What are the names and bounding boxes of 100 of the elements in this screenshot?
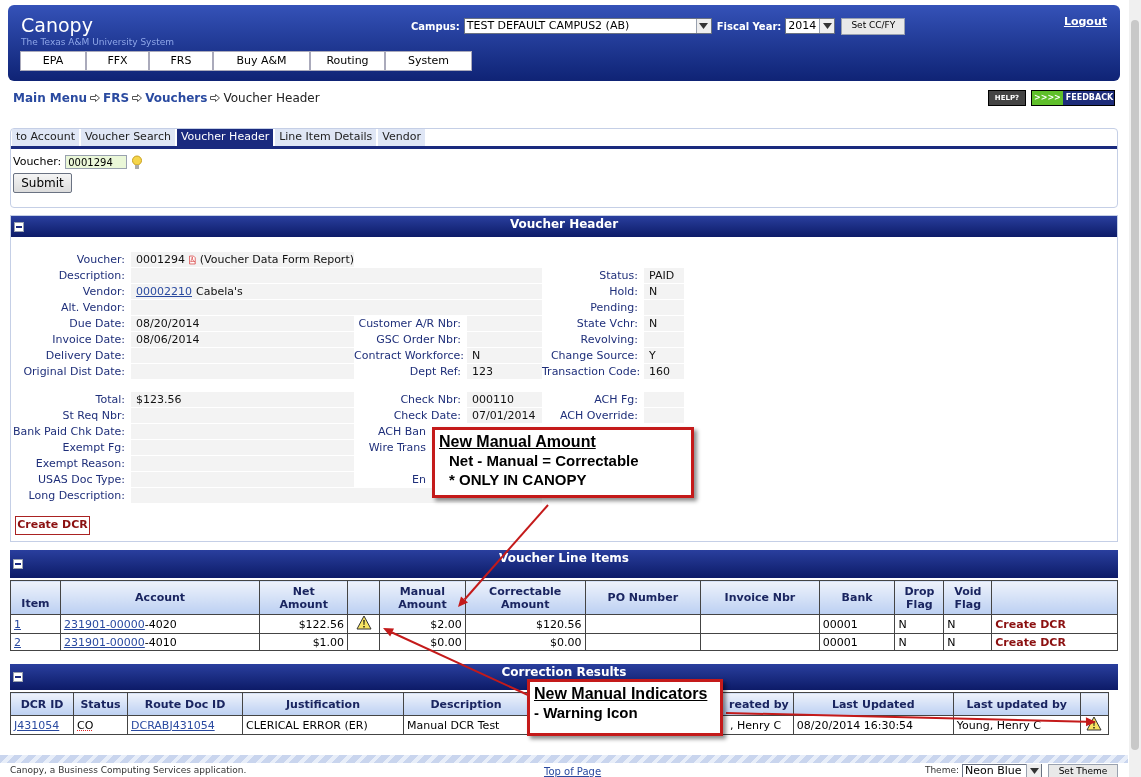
field-value: N [467, 348, 542, 363]
field-label: Bank Paid Chk Date: [12, 425, 125, 438]
callout-title: New Manual Amount [439, 432, 597, 451]
column-header: Correctable Amount [489, 584, 562, 611]
table-cell: 00001 [822, 635, 858, 649]
column-header: reated by [729, 697, 789, 711]
field-label: State Vchr: [576, 317, 638, 330]
table-cell: Manual DCR Test [407, 718, 500, 732]
field-label: Customer A/R Nbr: [358, 317, 461, 330]
column-header: Void Flag [954, 584, 982, 611]
field-value: 123 [467, 364, 542, 379]
field-label: Alt. Vendor: [60, 301, 125, 314]
table-cell: $0.00 [430, 635, 462, 649]
column-header: Net Amount [279, 584, 328, 611]
arrow-right-icon [210, 94, 221, 102]
column-header: Last Updated [831, 697, 915, 711]
field-value: N [644, 284, 684, 299]
table-cell: N [947, 635, 956, 649]
nav-tab[interactable]: Buy A&M [213, 51, 310, 71]
field-label: Voucher: [76, 253, 125, 266]
create-dcr-button[interactable]: Create DCR [15, 516, 90, 535]
table-cell: $0.00 [550, 635, 582, 649]
field-label: Check Nbr: [400, 393, 461, 406]
field-label: GSC Order Nbr: [376, 333, 461, 346]
nav-tab[interactable]: FRS [149, 51, 213, 71]
submit-button[interactable]: Submit [13, 172, 72, 193]
voucher-label: Voucher: [13, 154, 62, 170]
vendor-link[interactable]: 00002210 [136, 284, 192, 299]
account-cell: 231901-00000-4020 [63, 617, 177, 631]
top-of-page-link[interactable]: Top of Page [544, 763, 602, 777]
field-value: 00002210 Cabela's [131, 284, 542, 299]
pdf-icon[interactable] [189, 252, 196, 267]
tab[interactable]: Line Item Details [275, 129, 377, 146]
set-cc-fy-button[interactable]: Set CC/FY [841, 17, 906, 35]
field-label: Hold: [609, 285, 638, 298]
field-label: Revolving: [580, 333, 638, 346]
field-value: $123.56 [131, 392, 354, 407]
scrollbar[interactable] [1129, 0, 1141, 777]
nav-tab[interactable]: System [385, 51, 472, 71]
tab[interactable]: Voucher Search [80, 129, 175, 146]
field-label: Pending: [590, 301, 638, 314]
section-title: Correction Results [501, 665, 627, 679]
field-value: Y [644, 348, 684, 363]
field-label: Change Source: [550, 349, 638, 362]
item-link[interactable]: 2 [14, 635, 21, 649]
voucher-input[interactable]: 0001294 [65, 155, 128, 170]
item-link[interactable]: 1 [14, 617, 21, 631]
collapse-icon[interactable] [13, 672, 23, 682]
app-title: Canopy [21, 14, 94, 36]
set-theme-button[interactable]: Set Theme [1048, 763, 1118, 777]
section-title: Voucher Header [509, 217, 619, 231]
tab[interactable]: Vendor [378, 129, 425, 146]
collapse-icon[interactable] [13, 559, 23, 569]
field-label: Check Date: [393, 409, 461, 422]
breadcrumb-link[interactable]: Vouchers [145, 89, 208, 107]
nav-tab[interactable]: EPA [20, 51, 86, 71]
breadcrumb-link[interactable]: Main Menu [13, 89, 88, 107]
table-cell: $2.00 [430, 617, 462, 631]
callout-text: Net - Manual = Correctable [448, 451, 640, 470]
field-label: Original Dist Date: [23, 365, 125, 378]
column-header: DCR ID [20, 697, 64, 711]
callout-text: - Warning Icon [534, 703, 639, 722]
tab[interactable]: to Account [12, 129, 79, 146]
table-cell: , Henry C [730, 718, 782, 732]
theme-label: Theme: [924, 764, 959, 777]
column-header: Item [21, 597, 50, 610]
fiscal-year-select[interactable]: 2014 [785, 18, 836, 34]
column-header: Invoice Nbr [724, 591, 796, 604]
column-header: Bank [841, 591, 873, 604]
field-label: Delivery Date: [45, 349, 125, 362]
campus-select[interactable]: TEST DEFAULT CAMPUS2 (AB) [463, 18, 712, 34]
logout-link[interactable]: Logout [1063, 14, 1107, 28]
theme-select[interactable]: Neon Blue [962, 763, 1042, 777]
field-label: Transaction Code: [542, 365, 641, 378]
nav-tab[interactable]: Routing [310, 51, 385, 71]
field-value: 0001294 (Voucher Data Form Report) [131, 252, 354, 267]
arrow-right-icon [90, 94, 101, 102]
field-label: Wire Trans [368, 441, 426, 454]
field-label: Dept Ref: [409, 365, 461, 378]
field-value: 000110 [467, 392, 542, 407]
field-label: Long Description: [28, 489, 125, 502]
campus-label: Campus: [411, 19, 460, 34]
field-label: ACH Fg: [594, 393, 638, 406]
table-cell: $1.00 [312, 635, 345, 649]
breadcrumb-link[interactable]: FRS [103, 89, 130, 107]
field-label: USAS Doc Type: [38, 473, 125, 486]
collapse-icon[interactable] [14, 221, 24, 232]
nav-tab[interactable]: FFX [86, 51, 149, 71]
feedback-button[interactable]: >>>> FEEDBACK [1031, 90, 1115, 106]
section-title: Voucher Line Items [499, 551, 629, 565]
arrow-right-icon [132, 94, 143, 102]
field-value: 08/20/2014 [131, 316, 354, 331]
field-value: 160 [644, 364, 684, 379]
field-label: Contract Workforce: [354, 349, 465, 362]
field-label: ACH Override: [559, 409, 638, 422]
footer-text: Canopy, a Business Computing Services application. [10, 764, 248, 777]
table-cell: 00001 [822, 617, 858, 631]
field-value: 08/06/2014 [131, 332, 354, 347]
tab[interactable]: Voucher Header [176, 129, 274, 146]
field-label: Due Date: [69, 317, 125, 330]
